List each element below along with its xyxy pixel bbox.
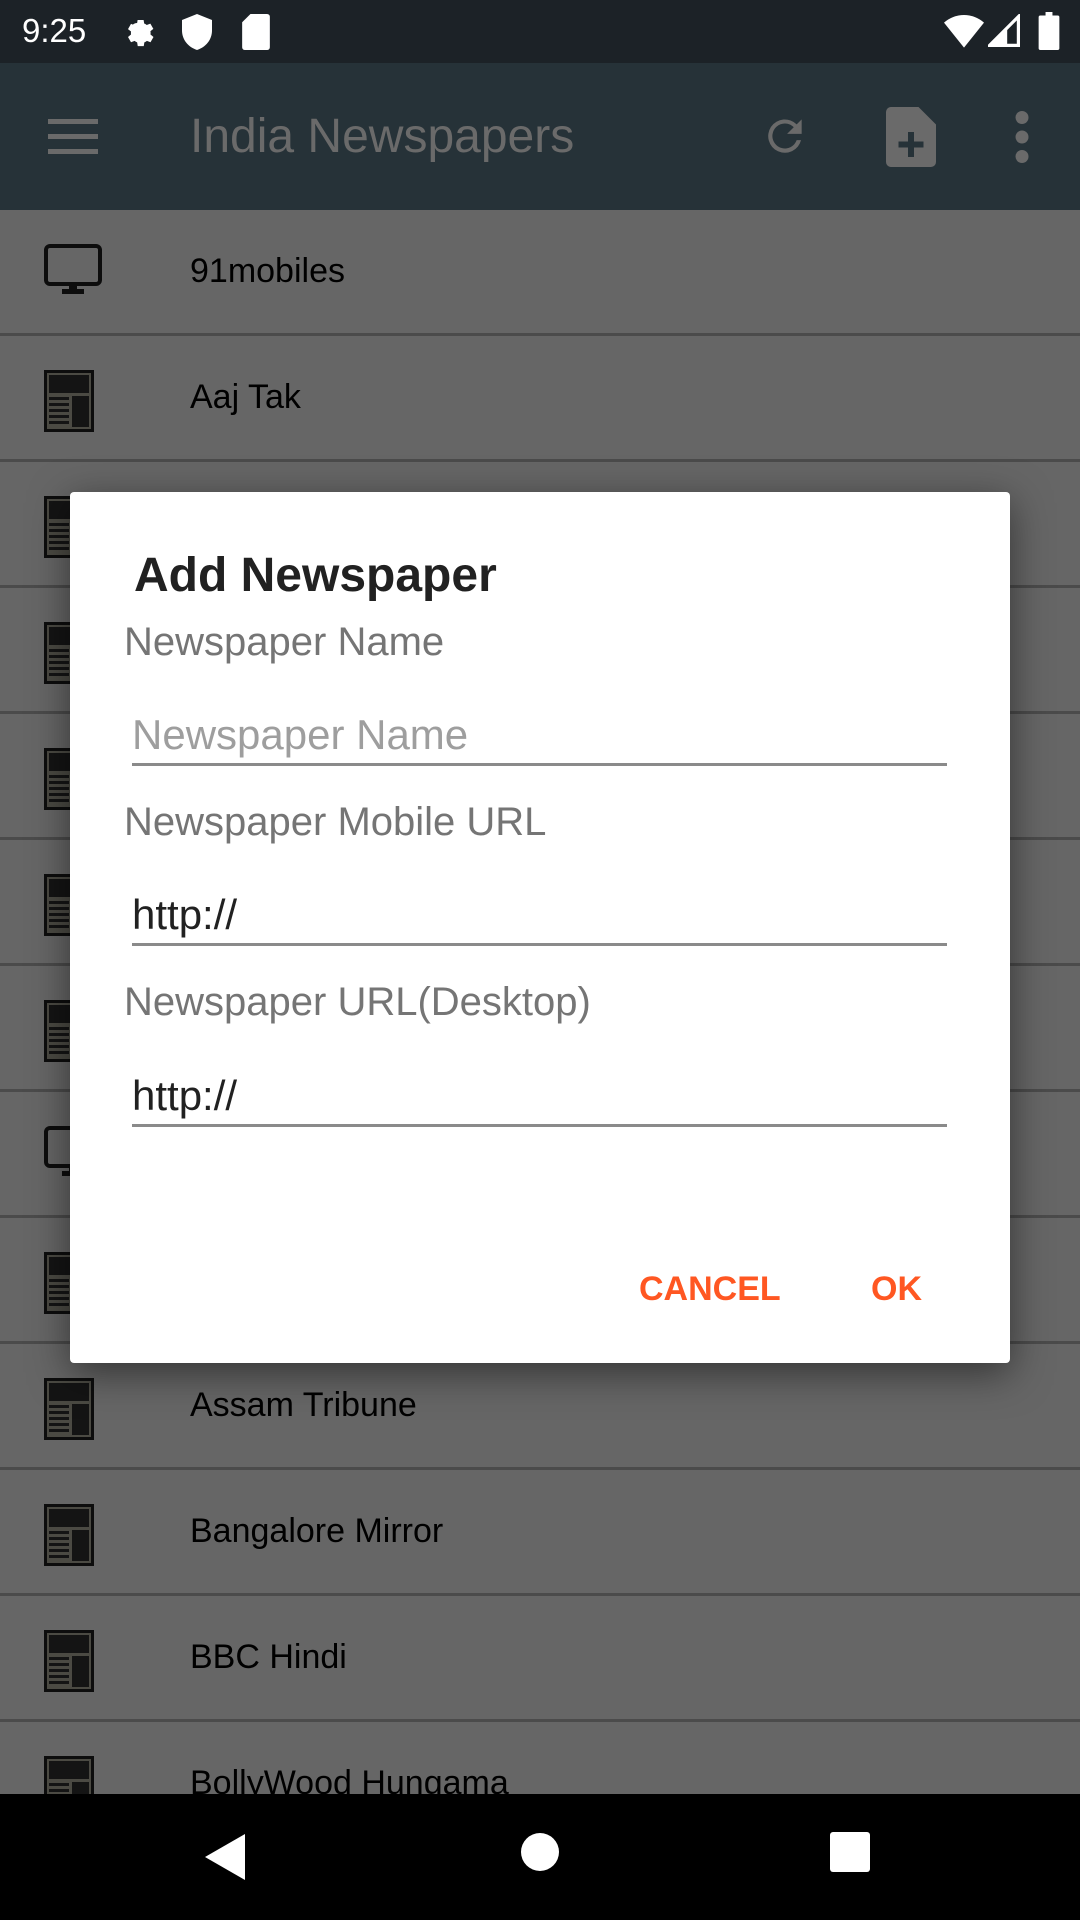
cancel-button[interactable]: CANCEL — [639, 1270, 781, 1309]
status-time: 9:25 — [22, 12, 87, 49]
desktop-url-input[interactable] — [132, 1067, 947, 1127]
dialog-title: Add Newspaper — [134, 549, 497, 602]
newspaper-name-input[interactable] — [132, 706, 947, 766]
app-toolbar: India Newspapers — [0, 63, 1080, 210]
battery-icon — [1038, 12, 1060, 50]
desktop-url-label: Newspaper URL(Desktop) — [124, 980, 591, 1024]
menu-icon[interactable] — [48, 117, 98, 157]
mobile-url-label: Newspaper Mobile URL — [124, 800, 547, 844]
more-vert-icon[interactable] — [1012, 111, 1032, 163]
app-title: India Newspapers — [190, 110, 575, 163]
mobile-url-input[interactable] — [132, 886, 947, 946]
home-icon[interactable] — [520, 1832, 560, 1872]
recents-icon[interactable] — [830, 1832, 870, 1872]
sd-card-icon — [242, 14, 270, 50]
refresh-icon[interactable] — [760, 111, 810, 161]
settings-icon — [128, 20, 154, 47]
signal-icon — [988, 14, 1020, 47]
add-document-icon[interactable] — [886, 107, 936, 167]
wifi-icon — [944, 15, 984, 48]
newspaper-name-label: Newspaper Name — [124, 620, 445, 664]
ok-button[interactable]: OK — [871, 1270, 922, 1309]
shield-icon — [182, 14, 212, 50]
status-bar: 9:25 — [0, 0, 1080, 63]
back-icon[interactable] — [205, 1834, 245, 1880]
navigation-bar — [0, 1794, 1080, 1920]
add-newspaper-dialog: Add Newspaper Newspaper Name Newspaper M… — [70, 492, 1010, 1363]
